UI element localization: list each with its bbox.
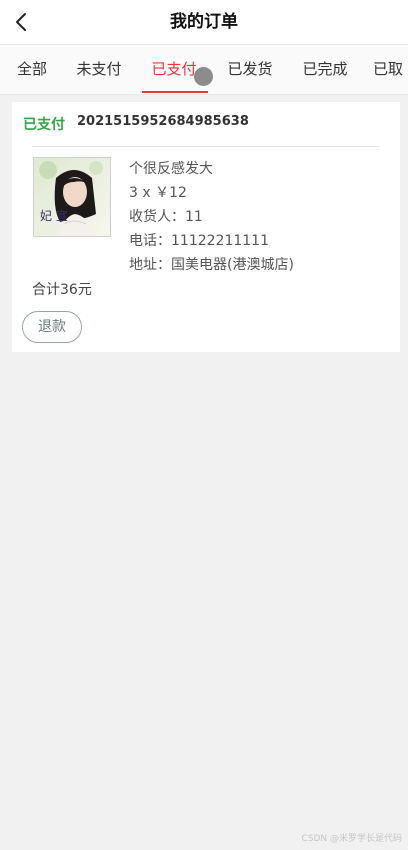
watermark: CSDN @米罗学长是代码 — [301, 834, 402, 844]
tab-completed[interactable]: 已完成 — [297, 45, 353, 94]
image-caption: 妃 宣 — [40, 208, 68, 223]
tab-cancelled[interactable]: 已取 — [373, 45, 408, 94]
tab-all[interactable]: 全部 — [12, 45, 52, 94]
divider — [32, 146, 380, 147]
tab-shipped[interactable]: 已发货 — [222, 45, 278, 94]
order-total: 合计36元 — [32, 282, 92, 298]
touch-indicator — [194, 67, 213, 86]
refund-button[interactable]: 退款 — [22, 311, 82, 343]
product-photo: 妃 宣 — [34, 158, 110, 236]
receiver: 收货人：11 — [129, 209, 203, 225]
active-tab-indicator — [142, 91, 208, 93]
header: 我的订单 — [0, 0, 408, 44]
quantity-price: 3 x ￥12 — [129, 185, 187, 201]
product-name: 个很反感发大 — [129, 161, 213, 177]
page-title: 我的订单 — [170, 12, 238, 32]
tab-unpaid[interactable]: 未支付 — [71, 45, 127, 94]
order-card[interactable]: 已支付 20215159526849856​38 妃 宣 个很反感发大 3 x … — [12, 102, 400, 352]
order-number: 20215159526849856​38 — [77, 114, 249, 129]
phone: 电话：11122211111 — [129, 233, 269, 249]
address: 地址：国美电器(港澳城店) — [129, 257, 294, 273]
order-status: 已支付 — [23, 117, 65, 133]
product-image[interactable]: 妃 宣 — [33, 157, 111, 237]
tab-paid[interactable]: 已支付 — [146, 45, 202, 94]
